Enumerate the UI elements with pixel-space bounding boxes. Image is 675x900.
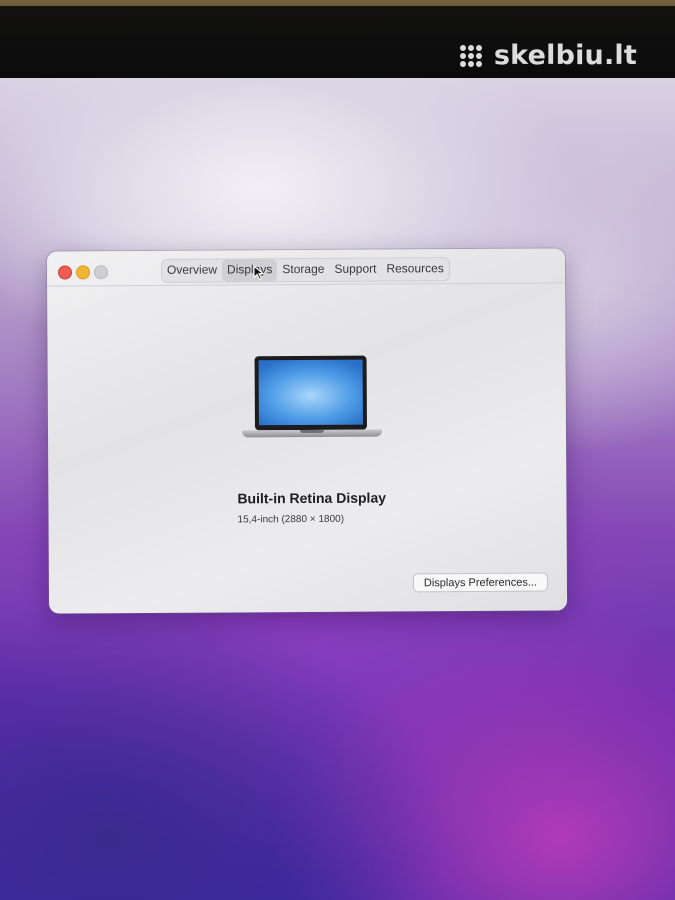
display-name: Built-in Retina Display	[237, 489, 387, 507]
tab-resources[interactable]: Resources	[381, 258, 448, 280]
mouse-cursor-icon	[253, 266, 265, 280]
close-button[interactable]	[57, 265, 73, 280]
minimize-button[interactable]	[75, 265, 91, 280]
tab-displays[interactable]: Displays	[221, 259, 278, 282]
displays-preferences-button[interactable]: Displays Preferences...	[412, 572, 548, 593]
laptop-display-icon	[241, 355, 383, 445]
laptop-notch	[299, 429, 325, 434]
monitor-bezel: skelbiu.lt	[0, 0, 675, 78]
tab-overview[interactable]: Overview	[162, 260, 222, 282]
tab-bar: Overview Displays Storage Support Resour…	[160, 257, 450, 283]
desktop-wallpaper: Overview Displays Storage Support Resour…	[0, 78, 675, 900]
watermark: skelbiu.lt	[459, 40, 637, 71]
watermark-logo-icon	[459, 44, 488, 67]
tab-storage[interactable]: Storage	[277, 259, 329, 281]
watermark-text: skelbiu.lt	[493, 40, 637, 71]
display-resolution: 15,4-inch (2880 × 1800)	[237, 513, 345, 526]
laptop-screen-frame	[254, 355, 367, 431]
bezel-trim	[0, 0, 675, 6]
tab-support[interactable]: Support	[329, 259, 381, 281]
about-this-mac-window: Overview Displays Storage Support Resour…	[46, 248, 568, 614]
window-titlebar: Overview Displays Storage Support Resour…	[46, 248, 566, 287]
zoom-button	[93, 265, 109, 280]
laptop-screen	[258, 359, 363, 426]
